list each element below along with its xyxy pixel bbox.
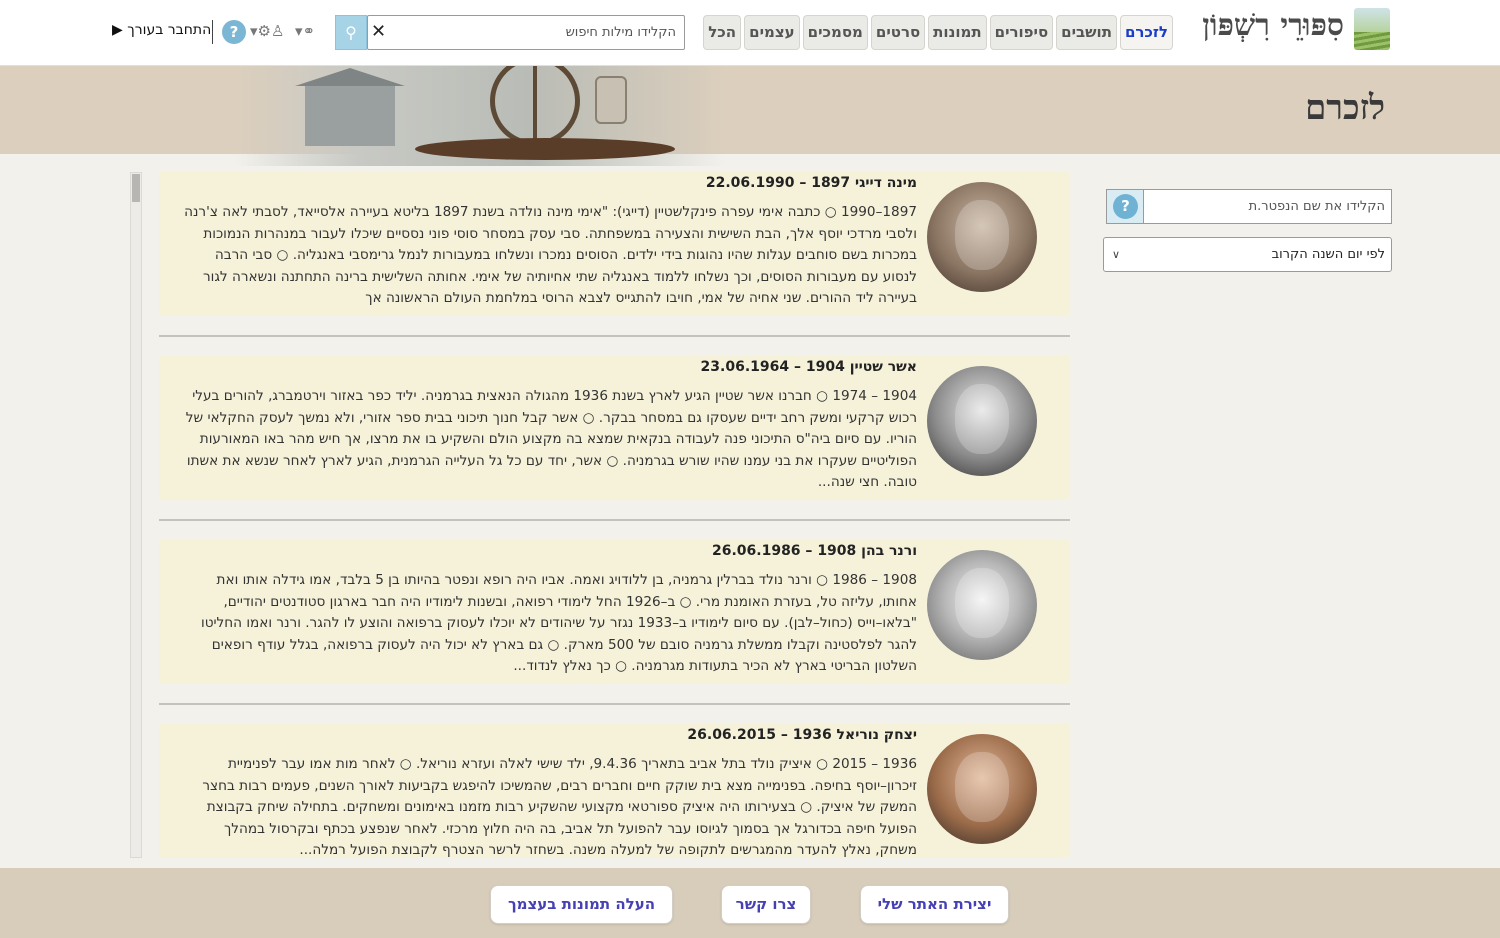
list-item[interactable]: יצחק נוריאל 1936 – 26.06.2015 1936 – 201…: [159, 724, 1070, 858]
list-item[interactable]: אשר שטיין 1904 – 23.06.1964 1904 – 1974 …: [159, 356, 1070, 499]
divider: [159, 703, 1070, 705]
footer: יצירת האתר שלי צרו קשר העלה תמונות בעצמך: [0, 868, 1500, 938]
person-bio: 1904 – 1974 ○ חברנו אשר שטיין הגיע לארץ …: [185, 388, 917, 491]
user-settings-icon[interactable]: ♙⚙▾: [250, 22, 284, 40]
person-name[interactable]: אשר שטיין 1904 – 23.06.1964: [701, 359, 917, 375]
divider: [159, 519, 1070, 521]
name-filter: ?: [1106, 189, 1392, 224]
play-icon: ▶: [112, 22, 123, 38]
list-item[interactable]: מינה דייגי 1897 – 22.06.1990 1897–1990 ○…: [159, 172, 1070, 315]
portrait-photo[interactable]: [927, 734, 1037, 844]
contact-button[interactable]: צרו קשר: [721, 885, 811, 924]
help-icon: ?: [1113, 194, 1138, 219]
banner-illustration: [235, 66, 725, 166]
search-icon: ⚲: [345, 23, 357, 42]
sort-select[interactable]: לפי יום השנה הקרוב ∨: [1103, 237, 1392, 272]
name-filter-input[interactable]: [1145, 190, 1391, 223]
login-link[interactable]: התחבר בעורך ▶: [108, 22, 211, 38]
main-nav: לזכרם תושבים סיפורים תמונות סרטים מסמכים…: [703, 15, 1173, 50]
clear-search-icon[interactable]: ✕: [371, 21, 386, 42]
divider: [159, 335, 1070, 337]
login-label: התחבר בעורך: [127, 22, 212, 38]
create-my-site-button[interactable]: יצירת האתר שלי: [860, 885, 1009, 924]
portrait-photo[interactable]: [927, 182, 1037, 292]
person-bio: 1897–1990 ○ כתבה אימי עפרה פינקלשטיין (ד…: [184, 204, 917, 307]
search-input[interactable]: [367, 15, 685, 50]
person-bio: 1908 – 1986 ○ ורנר נולד בברלין גרמניה, ב…: [200, 572, 917, 675]
help-icon[interactable]: ?: [222, 20, 246, 44]
portrait-photo[interactable]: [927, 366, 1037, 476]
page-title: לזכרם: [1305, 88, 1385, 128]
nav-item-photos[interactable]: תמונות: [928, 15, 987, 50]
site-title[interactable]: סִפּוּרֵי רִשְׁפּוֹן: [1202, 8, 1344, 43]
upload-photos-button[interactable]: העלה תמונות בעצמך: [490, 885, 673, 924]
nav-item-stories[interactable]: סיפורים: [989, 15, 1054, 50]
portrait-photo[interactable]: [927, 550, 1037, 660]
person-bio: 1936 – 2015 ○ איציק נולד בתל אביב בתאריך…: [202, 756, 917, 858]
share-icon[interactable]: ⚭▾: [295, 22, 315, 40]
nav-item-videos[interactable]: סרטים: [870, 15, 926, 50]
site-logo[interactable]: [1354, 8, 1390, 50]
page-banner: [0, 66, 1500, 154]
search-button[interactable]: ⚲: [335, 15, 367, 50]
nav-item-documents[interactable]: מסמכים: [802, 15, 868, 50]
divider: [212, 20, 213, 44]
person-name[interactable]: ורנר בהן 1908 – 26.06.1986: [712, 543, 917, 559]
list-item[interactable]: ורנר בהן 1908 – 26.06.1986 1908 – 1986 ○…: [159, 540, 1070, 683]
chevron-down-icon: ∨: [1112, 248, 1121, 261]
nav-item-objects[interactable]: עצמים: [744, 15, 800, 50]
nav-item-residents[interactable]: תושבים: [1056, 15, 1117, 50]
search-bar: ⚲ ✕: [335, 15, 685, 50]
person-name[interactable]: מינה דייגי 1897 – 22.06.1990: [706, 175, 917, 191]
top-bar: סִפּוּרֵי רִשְׁפּוֹן לזכרם תושבים סיפורי…: [0, 0, 1500, 66]
nav-item-all[interactable]: הכל: [703, 15, 742, 50]
sort-selected-value: לפי יום השנה הקרוב: [1271, 247, 1385, 262]
nav-item-memorial[interactable]: לזכרם: [1119, 15, 1173, 50]
name-filter-help[interactable]: ?: [1107, 190, 1144, 223]
person-name[interactable]: יצחק נוריאל 1936 – 26.06.2015: [687, 727, 917, 743]
memorial-list: מינה דייגי 1897 – 22.06.1990 1897–1990 ○…: [130, 170, 1075, 858]
